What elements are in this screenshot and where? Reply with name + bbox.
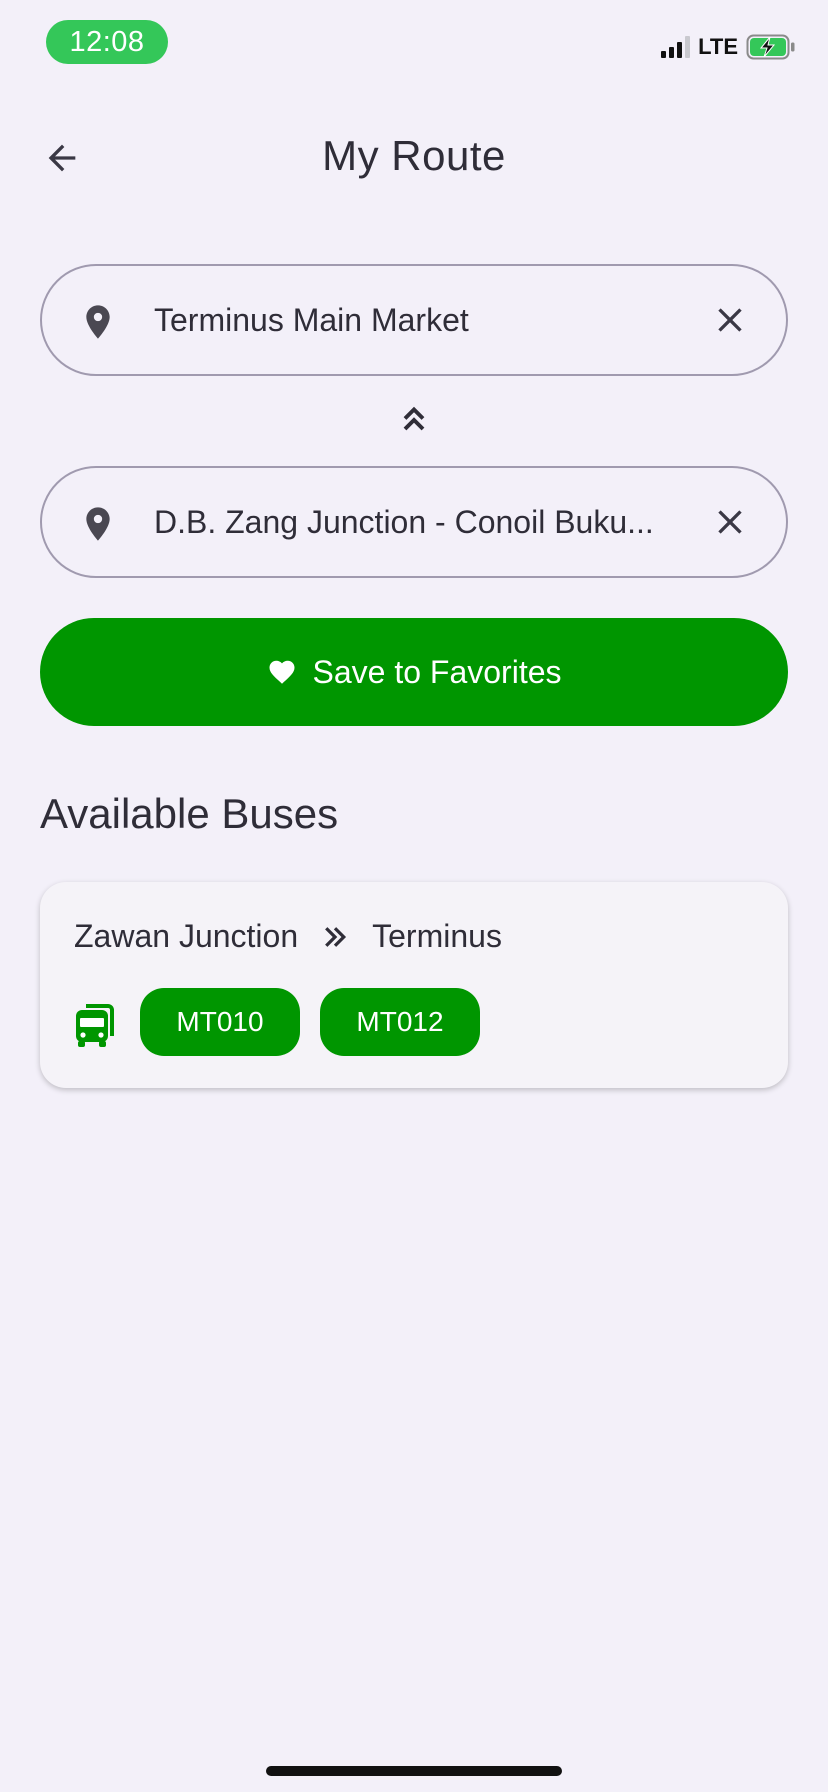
signal-icon xyxy=(661,36,691,58)
page-title: My Route xyxy=(322,132,506,179)
save-to-favorites-button[interactable]: Save to Favorites xyxy=(40,618,788,726)
heart-icon xyxy=(269,660,294,684)
close-icon[interactable] xyxy=(710,300,750,340)
destination-value: D.B. Zang Junction - Conoil Buku... xyxy=(154,503,654,540)
bus-code-chip[interactable]: MT012 xyxy=(320,988,480,1056)
bus-code-list: MT010 MT012 xyxy=(140,988,480,1056)
status-time: 12:08 xyxy=(46,20,168,64)
route-summary: Zawan Junction Terminus xyxy=(74,918,502,955)
home-indicator[interactable] xyxy=(266,1766,562,1776)
bus-route-card[interactable]: Zawan Junction Terminus MT010 MT012 xyxy=(40,882,788,1088)
bus-code-chip[interactable]: MT010 xyxy=(140,988,300,1056)
section-title: Available Buses xyxy=(40,790,339,837)
origin-value: Terminus Main Market xyxy=(154,301,469,338)
network-type: LTE xyxy=(698,34,738,59)
close-icon[interactable] xyxy=(710,502,750,542)
battery-charging-icon xyxy=(746,34,796,60)
double-chevron-right-icon xyxy=(325,926,347,947)
save-button-label: Save to Favorites xyxy=(312,653,562,690)
location-pin-icon xyxy=(86,305,110,339)
route-to: Terminus xyxy=(372,918,502,954)
status-indicators: LTE xyxy=(661,34,796,60)
double-chevron-up-icon xyxy=(403,406,425,431)
route-from: Zawan Junction xyxy=(74,918,299,954)
bus-icon xyxy=(76,1004,114,1047)
location-pin-icon xyxy=(86,507,110,541)
destination-field[interactable]: D.B. Zang Junction - Conoil Buku... xyxy=(40,466,788,578)
swap-route-button[interactable] xyxy=(394,400,434,440)
origin-field[interactable]: Terminus Main Market xyxy=(40,264,788,376)
